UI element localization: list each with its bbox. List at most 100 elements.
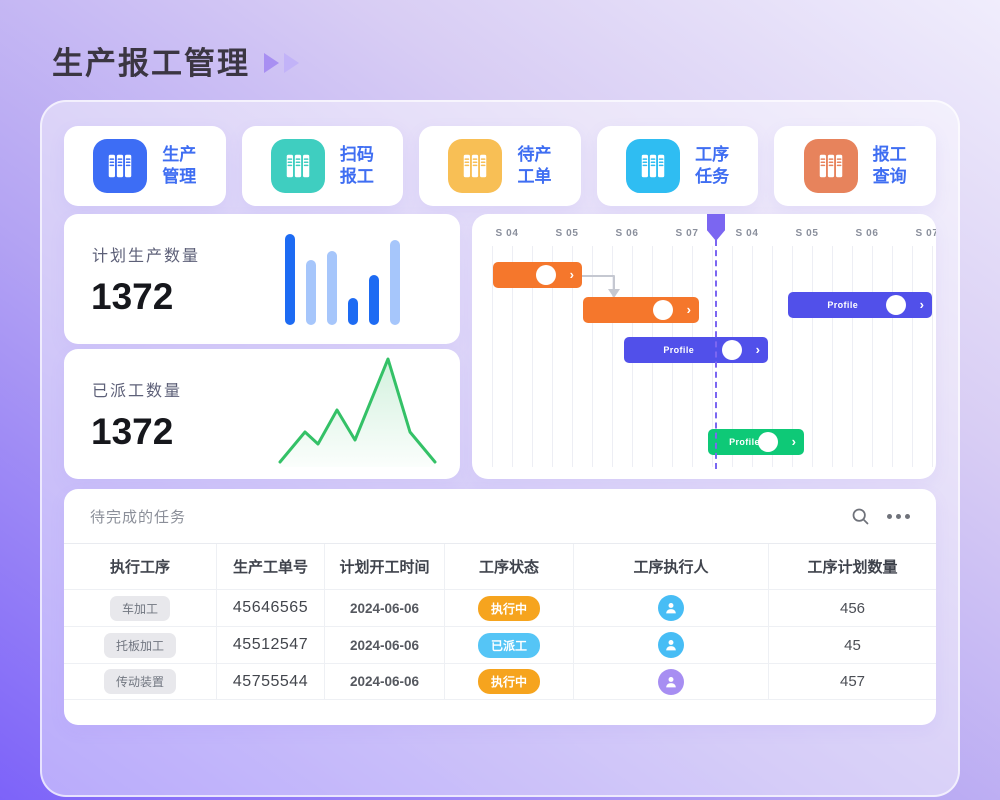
tab-label-line1: 待产 xyxy=(517,144,551,166)
table-row[interactable]: 托板加工 45512547 2024-06-06 已派工 45 xyxy=(64,626,936,663)
assignee-avatar xyxy=(653,300,673,320)
tab-label-line1: 工序 xyxy=(695,144,729,166)
stat-label: 已派工数量 xyxy=(92,377,182,401)
tab-process-tasks[interactable]: 工序任务 xyxy=(597,126,759,206)
col-header: 生产工单号 xyxy=(216,544,324,589)
stat-value: 1372 xyxy=(91,411,173,453)
tab-label: 扫码报工 xyxy=(340,144,374,188)
status-badge: 已派工 xyxy=(478,633,540,658)
start-date: 2024-06-06 xyxy=(350,638,419,653)
tab-label: 报工查询 xyxy=(873,144,907,188)
col-header: 工序状态 xyxy=(444,544,573,589)
gantt-bar-task4[interactable]: Profile › xyxy=(788,292,932,318)
gantt-bar-task1[interactable]: › xyxy=(493,262,582,288)
section-title: 待完成的任务 xyxy=(90,506,186,527)
bar xyxy=(306,260,316,325)
stat-value: 1372 xyxy=(91,276,173,318)
bar xyxy=(285,234,295,325)
gantt-bar-label: Profile xyxy=(663,345,694,355)
archive-icon xyxy=(626,139,680,193)
search-icon[interactable] xyxy=(850,506,871,527)
chevron-right-icon[interactable]: › xyxy=(792,435,796,448)
order-number: 45755544 xyxy=(233,673,308,691)
col-header: 工序执行人 xyxy=(573,544,768,589)
tab-label: 工序任务 xyxy=(695,144,729,188)
timeline-label: S 07 xyxy=(916,228,936,239)
process-badge: 车加工 xyxy=(110,596,170,621)
tab-label-line1: 生产 xyxy=(162,144,196,166)
timeline-label: S 06 xyxy=(856,228,879,239)
tab-label-line2: 报工 xyxy=(340,166,374,188)
tab-label-line1: 扫码 xyxy=(340,144,374,166)
more-options-icon[interactable] xyxy=(887,514,910,519)
archive-icon xyxy=(804,139,858,193)
archive-icon xyxy=(93,139,147,193)
tab-label: 生产管理 xyxy=(162,144,196,188)
tab-label-line2: 工单 xyxy=(517,166,551,188)
bar xyxy=(390,240,400,325)
person-icon xyxy=(663,637,679,653)
page-title: 生产报工管理 xyxy=(52,38,250,83)
col-header: 计划开工时间 xyxy=(324,544,444,589)
table-row[interactable]: 传动装置 45755544 2024-06-06 执行中 457 xyxy=(64,663,936,700)
gantt-bar-label: Profile xyxy=(827,300,858,310)
gantt-bar-task5[interactable]: Profile › xyxy=(708,429,804,455)
chevron-right-icon[interactable]: › xyxy=(756,343,760,356)
main-panel: 生产管理 扫码报工 待产工单 工序任务 报工查询 xyxy=(40,100,960,797)
current-time-marker xyxy=(707,214,725,241)
start-date: 2024-06-06 xyxy=(350,601,419,616)
dashboard-row: 计划生产数量 1372 已派工数量 1372 xyxy=(64,214,936,479)
mini-bar-chart xyxy=(285,233,400,325)
stats-column: 计划生产数量 1372 已派工数量 1372 xyxy=(64,214,460,479)
archive-icon xyxy=(271,139,325,193)
chevron-right-icon[interactable]: › xyxy=(570,268,574,281)
timeline-label: S 05 xyxy=(796,228,819,239)
dispatched-quantity-card: 已派工数量 1372 xyxy=(64,349,460,479)
planned-quantity: 45 xyxy=(844,637,861,654)
planned-quantity: 457 xyxy=(840,673,865,690)
planned-quantity: 456 xyxy=(840,600,865,617)
tab-label-line2: 任务 xyxy=(695,166,729,188)
bar xyxy=(327,251,337,325)
table-tools xyxy=(850,506,910,527)
timeline-label: S 04 xyxy=(736,228,759,239)
process-badge: 托板加工 xyxy=(104,633,176,658)
person-icon xyxy=(663,674,679,690)
timeline-label: S 05 xyxy=(556,228,579,239)
chevron-right-icon[interactable]: › xyxy=(920,298,924,311)
tab-label-line2: 查询 xyxy=(873,166,907,188)
assignee-avatar xyxy=(722,340,742,360)
tab-pending-work-orders[interactable]: 待产工单 xyxy=(419,126,581,206)
start-date: 2024-06-06 xyxy=(350,674,419,689)
assignee-avatar xyxy=(536,265,556,285)
archive-icon xyxy=(448,139,502,193)
gantt-bar-task2[interactable]: › xyxy=(583,297,699,323)
tab-production-management[interactable]: 生产管理 xyxy=(64,126,226,206)
gantt-bar-label: Profile xyxy=(729,437,760,447)
tab-label: 待产工单 xyxy=(517,144,551,188)
play-arrows-icon xyxy=(264,53,299,73)
timeline-label: S 06 xyxy=(616,228,639,239)
pending-tasks-card: 待完成的任务 执行工序 生产工单号 计划开工时间 工序状态 工序执行人 工序计划… xyxy=(64,489,936,725)
play-arrow-icon xyxy=(264,53,279,73)
table-row[interactable]: 车加工 45646565 2024-06-06 执行中 456 xyxy=(64,589,936,626)
order-number: 45646565 xyxy=(233,599,308,617)
status-badge: 执行中 xyxy=(478,596,540,621)
current-time-line xyxy=(715,240,717,469)
executor-avatar xyxy=(658,669,684,695)
timeline-label: S 04 xyxy=(496,228,519,239)
tab-label-line2: 管理 xyxy=(162,166,196,188)
order-number: 45512547 xyxy=(233,636,308,654)
bar xyxy=(348,298,358,325)
stat-label: 计划生产数量 xyxy=(92,242,200,266)
tab-report-query[interactable]: 报工查询 xyxy=(774,126,936,206)
chevron-right-icon[interactable]: › xyxy=(687,303,691,316)
col-header: 执行工序 xyxy=(64,544,216,589)
play-arrow-icon xyxy=(284,53,299,73)
person-icon xyxy=(663,600,679,616)
tab-scan-report[interactable]: 扫码报工 xyxy=(242,126,404,206)
executor-avatar xyxy=(658,595,684,621)
assignee-avatar xyxy=(886,295,906,315)
gantt-bar-task3[interactable]: Profile › xyxy=(624,337,768,363)
gantt-chart: S 04 S 05 S 06 S 07 S 04 S 05 S 06 S 07 … xyxy=(472,214,936,479)
